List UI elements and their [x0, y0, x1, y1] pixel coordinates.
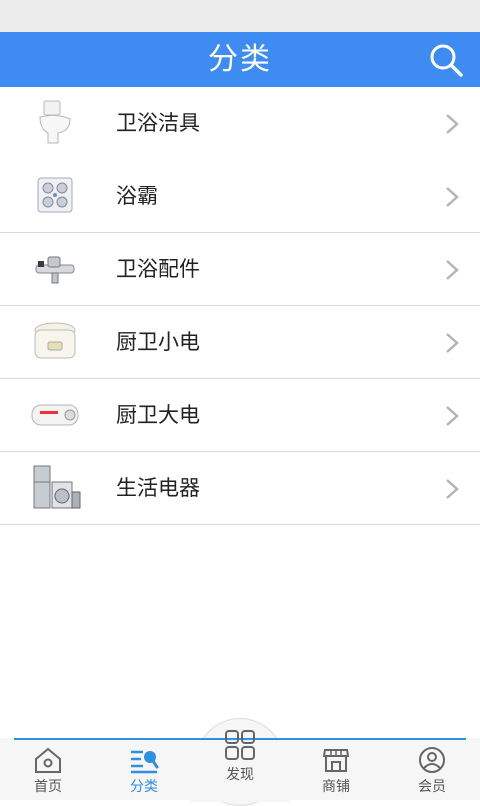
status-bar: [0, 0, 480, 32]
category-row[interactable]: 卫浴配件: [0, 233, 480, 306]
search-icon: [426, 40, 466, 80]
tab-shop[interactable]: 商铺: [288, 746, 384, 800]
toilet-icon: [26, 99, 84, 147]
chevron-right-icon: [444, 185, 460, 209]
water-heater-icon: [26, 391, 84, 439]
tab-discover[interactable]: 发现: [192, 728, 288, 782]
category-label: 卫浴洁具: [116, 87, 200, 160]
shop-icon: [321, 746, 351, 774]
tab-label: 分类: [96, 776, 192, 796]
category-row[interactable]: 厨卫大电: [0, 379, 480, 452]
faucet-icon: [26, 245, 84, 293]
category-row[interactable]: 浴霸: [0, 160, 480, 233]
home-icon: [33, 746, 63, 774]
tab-label: 会员: [384, 776, 480, 796]
tab-category[interactable]: 分类: [96, 746, 192, 800]
tab-home[interactable]: 首页: [0, 746, 96, 800]
rice-cooker-icon: [26, 318, 84, 366]
chevron-right-icon: [444, 404, 460, 428]
search-button[interactable]: [426, 40, 466, 80]
tab-label: 首页: [0, 776, 96, 796]
category-list: 卫浴洁具 浴霸 卫浴配件: [0, 87, 480, 525]
category-label: 厨卫小电: [116, 306, 200, 379]
member-icon: [417, 746, 447, 774]
category-label: 厨卫大电: [116, 379, 200, 452]
appliances-icon: [26, 464, 84, 512]
category-label: 浴霸: [116, 160, 158, 233]
category-row[interactable]: 厨卫小电: [0, 306, 480, 379]
category-row[interactable]: 生活电器: [0, 452, 480, 525]
category-label: 生活电器: [116, 452, 200, 525]
tab-member[interactable]: 会员: [384, 746, 480, 800]
page-title: 分类: [0, 32, 480, 87]
category-icon: [129, 746, 159, 774]
chevron-right-icon: [444, 331, 460, 355]
chevron-right-icon: [444, 258, 460, 282]
chevron-right-icon: [444, 112, 460, 136]
top-bar: 分类: [0, 32, 480, 87]
category-label: 卫浴配件: [116, 233, 200, 306]
tab-label: 发现: [192, 764, 288, 784]
category-row[interactable]: 卫浴洁具: [0, 87, 480, 160]
chevron-right-icon: [444, 477, 460, 501]
bottom-tab-bar: 首页 分类 发现 商铺: [0, 738, 480, 800]
discover-grid-icon: [223, 728, 257, 762]
tab-label: 商铺: [288, 776, 384, 796]
bath-heater-icon: [26, 172, 84, 220]
